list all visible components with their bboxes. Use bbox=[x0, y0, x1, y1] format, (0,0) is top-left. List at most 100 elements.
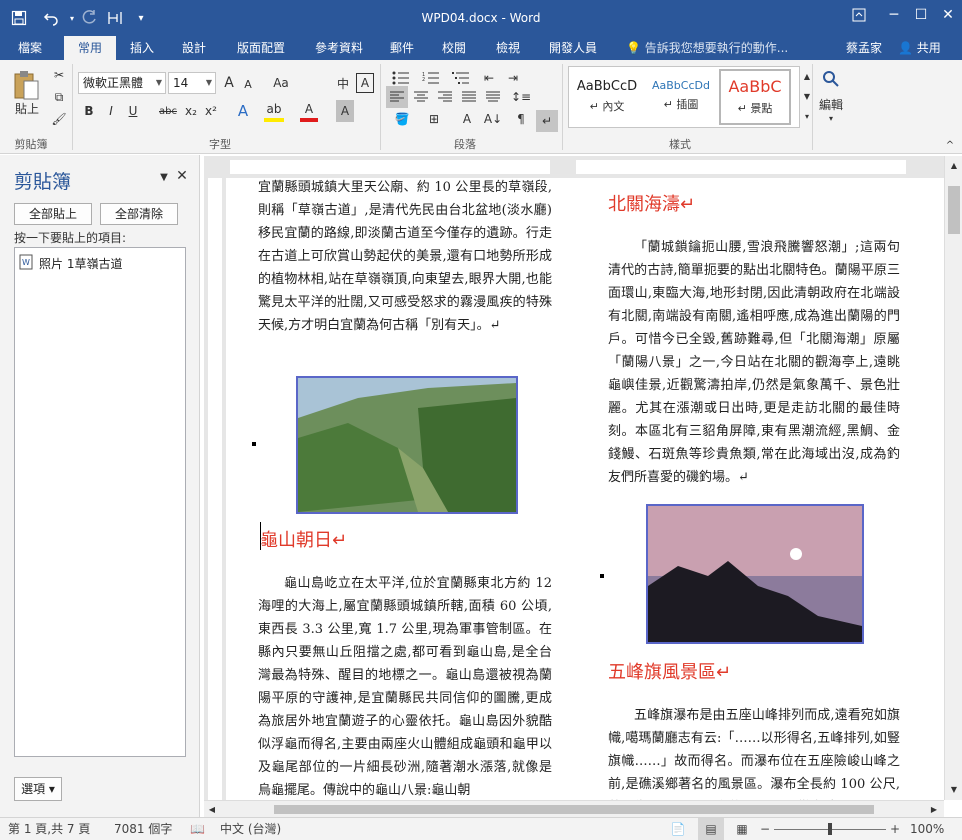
character-border-button[interactable]: A bbox=[356, 73, 374, 93]
subscript-button[interactable]: x₂ bbox=[182, 100, 200, 122]
superscript-button[interactable]: x² bbox=[202, 100, 220, 122]
heading-beiguan[interactable]: 北關海濤↵ bbox=[608, 190, 808, 216]
tab-developer[interactable]: 開發人員 bbox=[540, 36, 606, 60]
language-indicator[interactable]: 中文 (台灣) bbox=[220, 818, 281, 840]
page-count[interactable]: 第 1 頁,共 7 頁 bbox=[8, 818, 90, 840]
decrease-indent-icon[interactable]: ⇤ bbox=[478, 68, 500, 88]
multilevel-list-icon[interactable] bbox=[448, 68, 474, 88]
scroll-thumb[interactable] bbox=[948, 186, 960, 234]
font-color-button[interactable]: A bbox=[300, 100, 318, 122]
copy-icon[interactable]: ⧉ bbox=[50, 88, 68, 106]
col1-paragraph-1[interactable]: 宜蘭縣頭城鎮大里天公廟、約 10 公里長的草嶺段,則稱「草嶺古道」,是清代先民由… bbox=[258, 178, 552, 364]
search-icon[interactable] bbox=[818, 66, 844, 92]
maximize-button[interactable]: ☐ bbox=[908, 0, 934, 30]
tab-insert[interactable]: 插入 bbox=[120, 36, 164, 60]
share-button[interactable]: 👤 共用 bbox=[892, 36, 962, 60]
tab-mailings[interactable]: 郵件 bbox=[380, 36, 424, 60]
tell-me-box[interactable]: 💡 告訴我您想要執行的動作... bbox=[626, 36, 788, 60]
insert-table-icon[interactable] bbox=[102, 0, 128, 36]
proofing-icon[interactable]: 📖 bbox=[190, 818, 208, 840]
change-case-button[interactable]: Aa bbox=[268, 72, 294, 94]
undo-dropdown[interactable]: ▾ bbox=[68, 0, 76, 36]
align-right-icon[interactable] bbox=[434, 86, 456, 108]
style-spot[interactable]: AaBbC ↵ 景點 bbox=[719, 69, 791, 125]
close-button[interactable]: ✕ bbox=[934, 0, 962, 30]
tab-view[interactable]: 檢視 bbox=[486, 36, 530, 60]
collapse-ribbon-icon[interactable]: ^ bbox=[942, 138, 958, 152]
clear-all-button[interactable]: 全部清除 bbox=[100, 203, 178, 225]
pane-menu-icon[interactable]: ▼ bbox=[156, 169, 172, 185]
show-marks-icon[interactable]: ¶ bbox=[510, 108, 532, 130]
scroll-thumb[interactable] bbox=[274, 805, 874, 814]
style-figure[interactable]: AaBbCcDd ↵ 插圖 bbox=[645, 69, 717, 125]
cut-icon[interactable]: ✂ bbox=[50, 66, 68, 84]
minimize-button[interactable]: ─ bbox=[880, 0, 908, 30]
customize-quick-access[interactable]: ▾ bbox=[132, 0, 150, 36]
col2-paragraph-2[interactable]: 五峰旗瀑布是由五座山峰排列而成,遠看宛如旗幟,噶瑪蘭廳志有云:「……以形得名,五… bbox=[608, 704, 900, 800]
vertical-ruler[interactable] bbox=[204, 178, 226, 800]
bold-button[interactable]: B bbox=[80, 100, 98, 122]
underline-button[interactable]: U bbox=[124, 100, 142, 122]
col1-paragraph-2[interactable]: 龜山島屹立在太平洋,位於宜蘭縣東北方約 12 海哩的大海上,屬宜蘭縣頭城鎮所轄,… bbox=[258, 572, 552, 800]
photo-grassland-valley[interactable] bbox=[296, 376, 518, 514]
italic-button[interactable]: I bbox=[102, 100, 120, 122]
format-painter-icon[interactable]: 🖌 bbox=[50, 110, 68, 128]
bullets-icon[interactable] bbox=[388, 68, 414, 88]
read-mode-icon[interactable]: 📄 bbox=[666, 818, 690, 840]
distributed-icon[interactable] bbox=[482, 86, 504, 108]
heading-guishan[interactable]: 龜山朝日↵ bbox=[260, 526, 460, 552]
strikethrough-button[interactable]: abc bbox=[156, 100, 180, 122]
zoom-in-button[interactable]: + bbox=[888, 818, 902, 840]
text-effects-button[interactable]: A bbox=[234, 100, 252, 122]
sort-icon[interactable]: A↓ bbox=[482, 108, 504, 130]
paste-all-button[interactable]: 全部貼上 bbox=[14, 203, 92, 225]
character-shading-button[interactable]: A bbox=[336, 100, 354, 122]
redo-icon[interactable] bbox=[78, 0, 100, 36]
align-left-icon[interactable] bbox=[386, 86, 408, 108]
font-size-combo[interactable]: 14 ▼ bbox=[168, 72, 216, 94]
justify-icon[interactable] bbox=[458, 86, 480, 108]
zoom-level[interactable]: 100% bbox=[910, 818, 944, 840]
zoom-out-button[interactable]: − bbox=[758, 818, 772, 840]
tab-selector[interactable] bbox=[204, 156, 226, 178]
undo-icon[interactable] bbox=[34, 0, 68, 36]
web-layout-icon[interactable]: ▦ bbox=[730, 818, 754, 840]
tab-references[interactable]: 參考資料 bbox=[306, 36, 372, 60]
scroll-down-icon[interactable]: ▼ bbox=[947, 782, 961, 796]
highlight-button[interactable]: ab bbox=[264, 100, 284, 122]
grow-font-button[interactable]: A bbox=[220, 72, 238, 94]
heading-wufeng[interactable]: 五峰旗風景區↵ bbox=[608, 658, 808, 684]
horizontal-ruler[interactable] bbox=[204, 156, 944, 178]
chinese-layout-icon[interactable]: A bbox=[456, 108, 478, 130]
scroll-right-icon[interactable]: ▶ bbox=[928, 803, 940, 816]
tab-layout[interactable]: 版面配置 bbox=[228, 36, 294, 60]
shrink-font-button[interactable]: A bbox=[240, 74, 256, 94]
editing-button[interactable]: 編輯 bbox=[812, 96, 850, 112]
vertical-scrollbar[interactable]: ▲ ▼ bbox=[944, 156, 962, 800]
style-normal[interactable]: AaBbCcD ↵ 內文 bbox=[571, 69, 643, 125]
tab-home[interactable]: 常用 bbox=[64, 36, 116, 60]
numbering-icon[interactable]: 12 bbox=[418, 68, 444, 88]
borders-icon[interactable]: ⊞ bbox=[420, 108, 448, 130]
close-icon[interactable]: ✕ bbox=[174, 167, 190, 185]
scroll-up-icon[interactable]: ▲ bbox=[947, 158, 961, 172]
print-layout-icon[interactable]: ▤ bbox=[698, 818, 724, 840]
ribbon-display-icon[interactable] bbox=[838, 0, 880, 30]
shading-icon[interactable]: 🪣 bbox=[388, 108, 416, 130]
options-button[interactable]: 選項 ▾ bbox=[14, 777, 62, 801]
tab-design[interactable]: 設計 bbox=[172, 36, 216, 60]
word-count[interactable]: 7081 個字 bbox=[114, 818, 172, 840]
paste-button[interactable]: 貼上 bbox=[8, 100, 46, 116]
scroll-left-icon[interactable]: ◀ bbox=[206, 803, 218, 816]
zoom-slider-handle[interactable] bbox=[828, 823, 832, 835]
photo-sunset-coast[interactable] bbox=[646, 504, 864, 644]
save-icon[interactable] bbox=[4, 0, 34, 36]
document-page[interactable]: 宜蘭縣頭城鎮大里天公廟、約 10 公里長的草嶺段,則稱「草嶺古道」,是清代先民由… bbox=[226, 178, 944, 800]
col2-paragraph-1[interactable]: 「蘭城鎖鑰扼山腰,雪浪飛騰響怒潮」;這兩句清代的古詩,簡單扼要的點出北關特色。蘭… bbox=[608, 236, 900, 488]
align-center-icon[interactable] bbox=[410, 86, 432, 108]
document-area[interactable]: 宜蘭縣頭城鎮大里天公廟、約 10 公里長的草嶺段,則稱「草嶺古道」,是清代先民由… bbox=[226, 178, 944, 800]
tab-review[interactable]: 校閱 bbox=[432, 36, 476, 60]
tab-file[interactable]: 檔案 bbox=[6, 36, 54, 60]
font-name-combo[interactable]: 微軟正黑體 ▼ bbox=[78, 72, 166, 94]
increase-indent-icon[interactable]: ⇥ bbox=[502, 68, 524, 88]
